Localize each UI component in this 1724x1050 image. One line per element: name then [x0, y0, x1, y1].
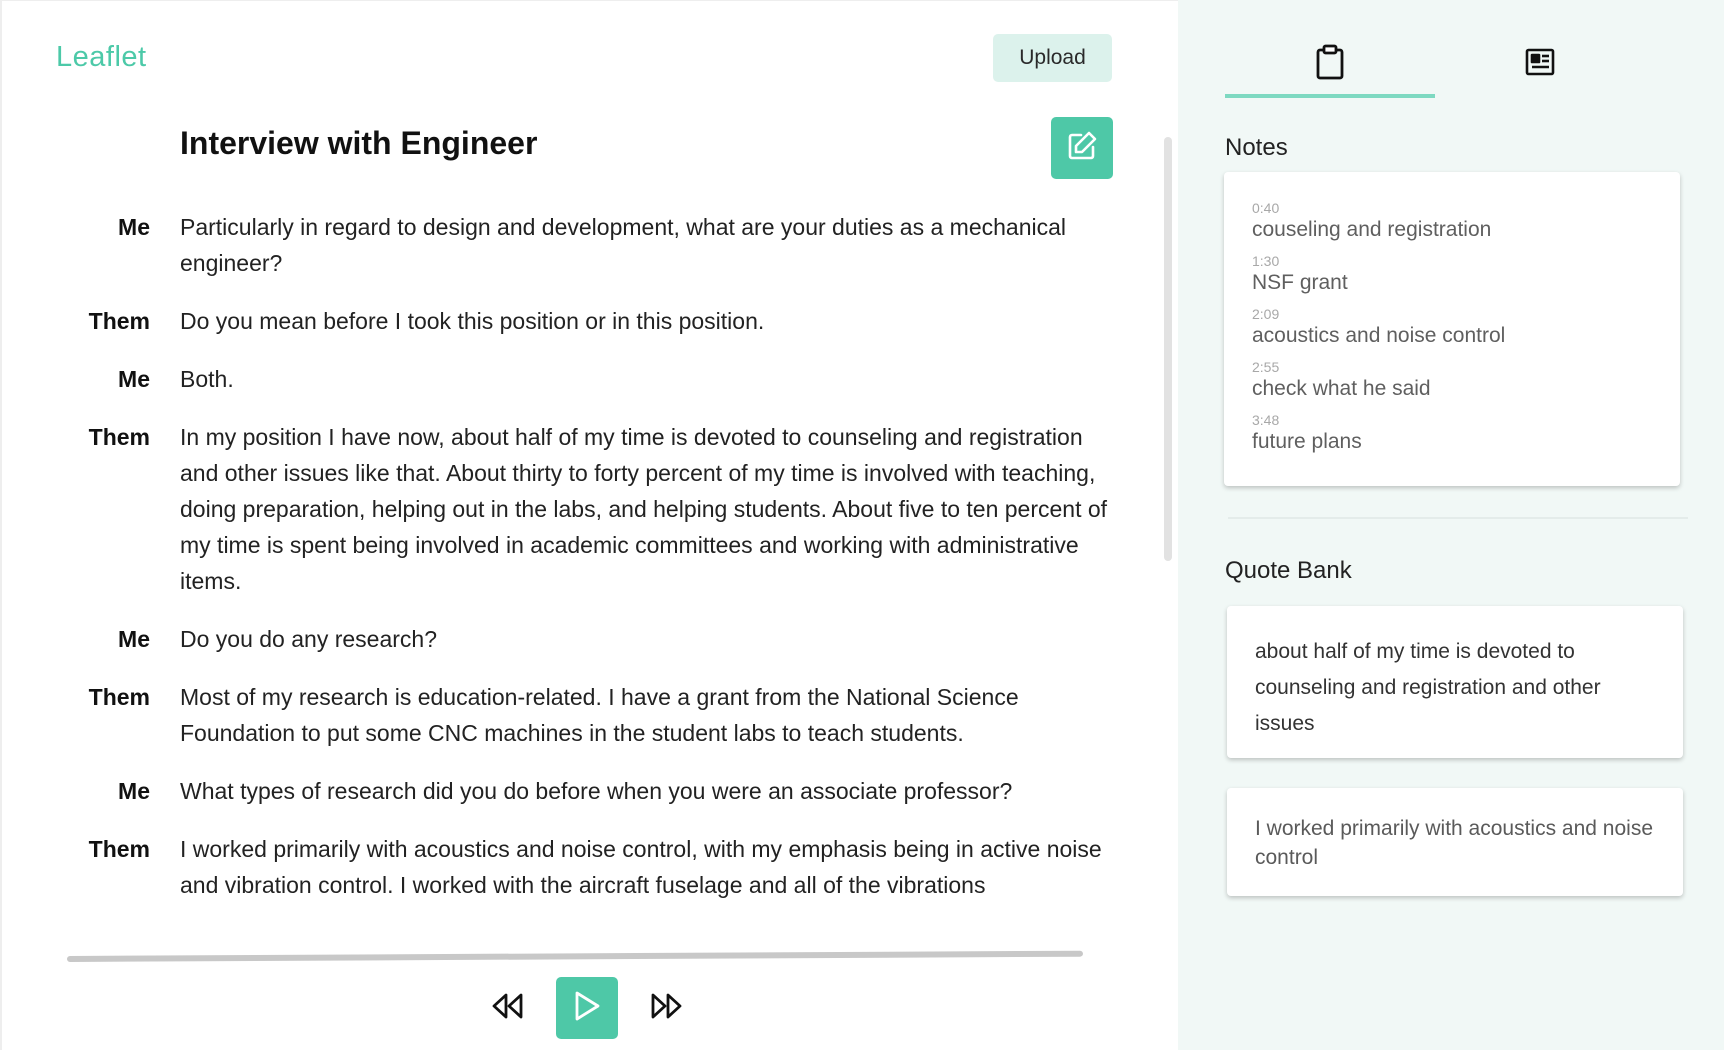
play-icon — [573, 990, 601, 1027]
utterance-text[interactable]: In my position I have now, about half of… — [180, 419, 1110, 599]
audio-progress-bar[interactable] — [66, 950, 1084, 962]
note-timestamp[interactable]: 3:48 — [1252, 412, 1652, 429]
sidebar-tabs — [1225, 30, 1687, 98]
play-button[interactable] — [556, 977, 618, 1039]
tab-transcripts[interactable] — [1435, 30, 1645, 98]
note-timestamp[interactable]: 0:40 — [1252, 200, 1652, 217]
utterance-text[interactable]: What types of research did you do before… — [180, 773, 1110, 809]
player-controls — [486, 977, 688, 1039]
notes-title: Notes — [1225, 134, 1288, 161]
transcript-turn: Them Most of my research is education-re… — [2, 679, 1122, 751]
utterance-text[interactable]: Do you do any research? — [180, 621, 1110, 657]
quote-card[interactable]: I worked primarily with acoustics and no… — [1227, 788, 1683, 896]
rewind-button[interactable] — [486, 986, 530, 1030]
transcript-turn: Them Do you mean before I took this posi… — [2, 303, 1122, 339]
note-text[interactable]: NSF grant — [1252, 270, 1652, 296]
quote-text[interactable]: about half of my time is devoted to coun… — [1255, 634, 1655, 742]
note-timestamp[interactable]: 2:09 — [1252, 306, 1652, 323]
utterance-text[interactable]: Both. — [180, 361, 1110, 397]
tab-notes[interactable] — [1225, 30, 1435, 98]
upload-button[interactable]: Upload — [993, 34, 1112, 82]
note-timestamp[interactable]: 2:55 — [1252, 359, 1652, 376]
quote-card[interactable]: about half of my time is devoted to coun… — [1227, 606, 1683, 758]
quote-text[interactable]: I worked primarily with acoustics and no… — [1255, 814, 1655, 872]
transcript: Me Particularly in regard to design and … — [2, 209, 1122, 925]
transcript-turn: Me What types of research did you do bef… — [2, 773, 1122, 809]
edit-button[interactable] — [1051, 117, 1113, 179]
speaker-label: Me — [118, 778, 150, 804]
utterance-text[interactable]: Do you mean before I took this position … — [180, 303, 1110, 339]
fast-forward-icon — [649, 992, 683, 1025]
note-text[interactable]: check what he said — [1252, 376, 1652, 402]
document-title: Interview with Engineer — [180, 125, 538, 161]
note-text[interactable]: couseling and registration — [1252, 217, 1652, 243]
rewind-icon — [491, 992, 525, 1025]
transcript-turn: Me Do you do any research? — [2, 621, 1122, 657]
note-item[interactable]: 2:09 acoustics and noise control — [1252, 306, 1652, 349]
quote-bank-title: Quote Bank — [1225, 557, 1352, 584]
transcript-turn: Me Both. — [2, 361, 1122, 397]
clipboard-icon — [1315, 44, 1345, 85]
utterance-text[interactable]: Most of my research is education-related… — [180, 679, 1110, 751]
transcript-scrollbar[interactable] — [1164, 137, 1172, 561]
speaker-label: Them — [88, 308, 150, 334]
speaker-label: Them — [88, 836, 150, 862]
note-timestamp[interactable]: 1:30 — [1252, 253, 1652, 270]
notes-card: 0:40 couseling and registration 1:30 NSF… — [1224, 172, 1680, 486]
utterance-text[interactable]: I worked primarily with acoustics and no… — [180, 831, 1110, 903]
edit-icon — [1065, 129, 1099, 168]
speaker-label: Me — [118, 214, 150, 240]
note-item[interactable]: 3:48 future plans — [1252, 412, 1652, 455]
transcript-turn: Them I worked primarily with acoustics a… — [2, 831, 1122, 903]
note-item[interactable]: 1:30 NSF grant — [1252, 253, 1652, 296]
speaker-label: Them — [88, 424, 150, 450]
utterance-text[interactable]: Particularly in regard to design and dev… — [180, 209, 1110, 281]
newspaper-icon — [1524, 47, 1556, 82]
transcript-turn: Them In my position I have now, about ha… — [2, 419, 1122, 599]
app-root: Leaflet Upload Interview with Engineer M… — [0, 0, 1724, 1050]
speaker-label: Me — [118, 626, 150, 652]
sidebar: Notes 0:40 couseling and registration 1:… — [1178, 0, 1724, 1050]
transcript-panel: Leaflet Upload Interview with Engineer M… — [0, 0, 1178, 1050]
speaker-label: Them — [88, 684, 150, 710]
transcript-turn: Me Particularly in regard to design and … — [2, 209, 1122, 281]
speaker-label: Me — [118, 366, 150, 392]
note-item[interactable]: 2:55 check what he said — [1252, 359, 1652, 402]
note-text[interactable]: future plans — [1252, 429, 1652, 455]
fast-forward-button[interactable] — [644, 986, 688, 1030]
app-logo: Leaflet — [56, 41, 147, 73]
sidebar-divider — [1228, 517, 1688, 519]
note-item[interactable]: 0:40 couseling and registration — [1252, 200, 1652, 243]
note-text[interactable]: acoustics and noise control — [1252, 323, 1652, 349]
